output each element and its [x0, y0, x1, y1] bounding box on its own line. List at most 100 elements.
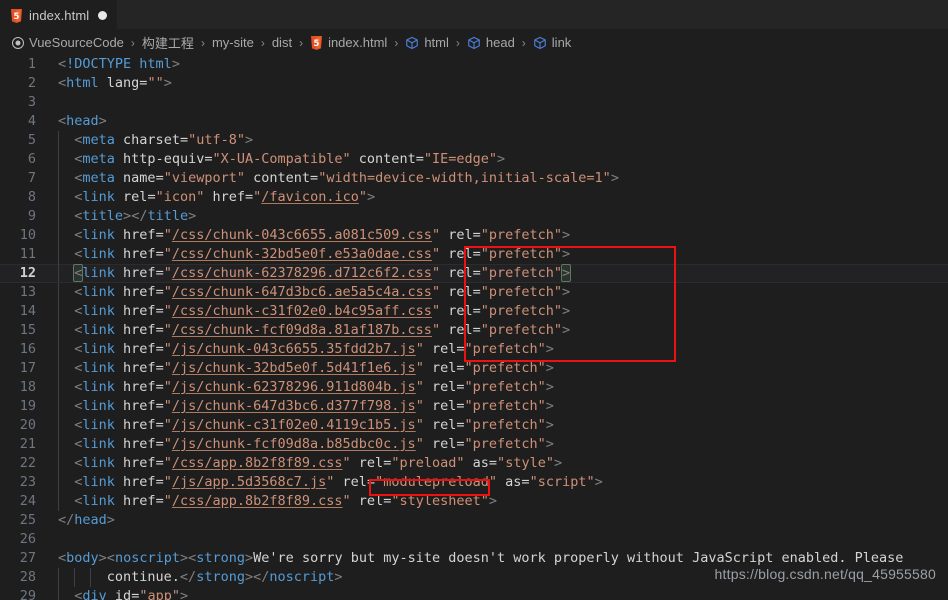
breadcrumb-item-head[interactable]: head: [465, 35, 517, 50]
line-content[interactable]: <link href="/js/chunk-62378296.911d804b.…: [46, 378, 948, 397]
code-line[interactable]: 5 <meta charset="utf-8">: [0, 131, 948, 150]
line-number: 7: [27, 170, 36, 186]
code-line[interactable]: 4 <head>: [0, 112, 948, 131]
line-content[interactable]: <link href="/css/chunk-c31f02e0.b4c95aff…: [46, 302, 948, 321]
line-content[interactable]: [46, 530, 948, 549]
line-content[interactable]: <meta http-equiv="X-UA-Compatible" conte…: [46, 150, 948, 169]
line-content[interactable]: <link href="/css/app.8b2f8f89.css" rel="…: [46, 454, 948, 473]
line-tokens: <link href="/css/app.8b2f8f89.css" rel="…: [74, 455, 563, 471]
code-line[interactable]: 24 <link href="/css/app.8b2f8f89.css" re…: [0, 492, 948, 511]
line-content[interactable]: <link href="/css/app.8b2f8f89.css" rel="…: [46, 492, 948, 511]
line-tokens: <!DOCTYPE html>: [58, 56, 180, 72]
line-content[interactable]: <title></title>: [46, 207, 948, 226]
line-tokens: continue.</strong></noscript>: [58, 569, 343, 585]
code-line[interactable]: 26: [0, 530, 948, 549]
code-line[interactable]: 10 <link href="/css/chunk-043c6655.a081c…: [0, 226, 948, 245]
html5-icon: 5: [10, 8, 23, 23]
line-tokens: <link rel="icon" href="/favicon.ico">: [74, 189, 376, 205]
breadcrumb-separator-icon: ›: [521, 35, 526, 50]
code-line[interactable]: 6 <meta http-equiv="X-UA-Compatible" con…: [0, 150, 948, 169]
line-content[interactable]: <link href="/css/chunk-62378296.d712c6f2…: [46, 264, 948, 283]
code-editor[interactable]: 1 <!DOCTYPE html> 2 <html lang=""> 3 4 <head> 5…: [0, 55, 948, 600]
code-line[interactable]: 18 <link href="/js/chunk-62378296.911d80…: [0, 378, 948, 397]
line-content[interactable]: [46, 93, 948, 112]
line-number: 3: [27, 94, 36, 110]
line-content[interactable]: <link href="/js/chunk-fcf09d8a.b85dbc0c.…: [46, 435, 948, 454]
indent-guide: [58, 264, 59, 283]
breadcrumb-item-vuesourcecode[interactable]: VueSourceCode: [10, 35, 126, 50]
line-content[interactable]: <link href="/js/chunk-c31f02e0.4119c1b5.…: [46, 416, 948, 435]
breadcrumb-item-link[interactable]: link: [531, 35, 574, 50]
breadcrumb-separator-icon: ›: [260, 35, 265, 50]
breadcrumb-item-folder-cn[interactable]: 构建工程: [140, 33, 196, 52]
line-content[interactable]: <meta charset="utf-8">: [46, 131, 948, 150]
line-tokens: <html lang="">: [58, 75, 172, 91]
indent-guide: [58, 454, 59, 473]
code-line[interactable]: 1 <!DOCTYPE html>: [0, 55, 948, 74]
breadcrumb-label: 构建工程: [141, 36, 194, 51]
line-content[interactable]: <link href="/js/chunk-043c6655.35fdd2b7.…: [46, 340, 948, 359]
code-line[interactable]: 22 <link href="/css/app.8b2f8f89.css" re…: [0, 454, 948, 473]
line-tokens: <link href="/css/chunk-fcf09d8a.81af187b…: [74, 322, 571, 338]
breadcrumb-label: link: [551, 35, 572, 50]
code-line[interactable]: 19 <link href="/js/chunk-647d3bc6.d377f7…: [0, 397, 948, 416]
line-number: 4: [27, 113, 36, 129]
breadcrumb-item-dist[interactable]: dist: [270, 35, 294, 50]
line-content[interactable]: <link rel="icon" href="/favicon.ico">: [46, 188, 948, 207]
code-line[interactable]: 7 <meta name="viewport" content="width=d…: [0, 169, 948, 188]
code-line[interactable]: 21 <link href="/js/chunk-fcf09d8a.b85dbc…: [0, 435, 948, 454]
line-content[interactable]: <!DOCTYPE html>: [46, 55, 948, 74]
code-line[interactable]: 13 <link href="/css/chunk-647d3bc6.ae5a5…: [0, 283, 948, 302]
line-content[interactable]: <link href="/js/app.5d3568c7.js" rel="mo…: [46, 473, 948, 492]
code-line[interactable]: 8 <link rel="icon" href="/favicon.ico">: [0, 188, 948, 207]
code-line[interactable]: 29 <div id="app">: [0, 587, 948, 600]
code-lines-container[interactable]: 1 <!DOCTYPE html> 2 <html lang=""> 3 4 <head> 5…: [0, 55, 948, 600]
indent-guide: [58, 473, 59, 492]
line-tokens: <div id="app">: [74, 588, 189, 600]
tab-bar-empty-space: [117, 0, 948, 29]
tab-index-html[interactable]: 5 index.html: [0, 0, 118, 30]
line-content[interactable]: <link href="/css/chunk-647d3bc6.ae5a5c4a…: [46, 283, 948, 302]
code-line[interactable]: 11 <link href="/css/chunk-32bd5e0f.e53a0…: [0, 245, 948, 264]
line-number: 15: [19, 322, 36, 338]
unsaved-indicator-dot[interactable]: [98, 11, 108, 20]
code-line[interactable]: 15 <link href="/css/chunk-fcf09d8a.81af1…: [0, 321, 948, 340]
code-line[interactable]: 25 </head>: [0, 511, 948, 530]
code-line[interactable]: 16 <link href="/js/chunk-043c6655.35fdd2…: [0, 340, 948, 359]
breadcrumb-item-index-html[interactable]: 5 index.html: [308, 35, 389, 50]
code-line[interactable]: 17 <link href="/js/chunk-32bd5e0f.5d41f1…: [0, 359, 948, 378]
breadcrumb-separator-icon: ›: [455, 35, 460, 50]
line-number: 21: [19, 436, 36, 452]
line-tokens: <meta name="viewport" content="width=dev…: [74, 170, 619, 186]
line-tokens: <title></title>: [74, 208, 197, 224]
breadcrumb-item-html[interactable]: html: [403, 35, 451, 50]
code-line[interactable]: 3: [0, 93, 948, 112]
line-content[interactable]: <link href="/css/chunk-fcf09d8a.81af187b…: [46, 321, 948, 340]
line-content[interactable]: <html lang="">: [46, 74, 948, 93]
indent-guide: [58, 359, 59, 378]
code-line[interactable]: 14 <link href="/css/chunk-c31f02e0.b4c95…: [0, 302, 948, 321]
line-content[interactable]: <meta name="viewport" content="width=dev…: [46, 169, 948, 188]
line-content[interactable]: <div id="app">: [46, 587, 948, 600]
line-content[interactable]: <link href="/js/chunk-32bd5e0f.5d41f1e6.…: [46, 359, 948, 378]
line-content[interactable]: <link href="/css/chunk-32bd5e0f.e53a0dae…: [46, 245, 948, 264]
indent-guide: [58, 435, 59, 454]
code-line[interactable]: 2 <html lang="">: [0, 74, 948, 93]
line-content[interactable]: </head>: [46, 511, 948, 530]
line-content[interactable]: <link href="/js/chunk-647d3bc6.d377f798.…: [46, 397, 948, 416]
code-line[interactable]: 12 <link href="/css/chunk-62378296.d712c…: [0, 264, 948, 283]
indent-guide: [58, 416, 59, 435]
breadcrumb-separator-icon: ›: [130, 35, 135, 50]
line-content[interactable]: <link href="/css/chunk-043c6655.a081c509…: [46, 226, 948, 245]
line-tokens: </head>: [58, 512, 115, 528]
code-line[interactable]: 9 <title></title>: [0, 207, 948, 226]
breadcrumb-item-my-site[interactable]: my-site: [210, 35, 256, 50]
line-number: 29: [19, 588, 36, 600]
breadcrumb: VueSourceCode › 构建工程 › my-site › dist › …: [0, 30, 948, 55]
code-line[interactable]: 20 <link href="/js/chunk-c31f02e0.4119c1…: [0, 416, 948, 435]
indent-guide: [58, 188, 59, 207]
indent-guide: [58, 207, 59, 226]
code-line[interactable]: 23 <link href="/js/app.5d3568c7.js" rel=…: [0, 473, 948, 492]
line-content[interactable]: <head>: [46, 112, 948, 131]
line-number: 28: [19, 569, 36, 585]
